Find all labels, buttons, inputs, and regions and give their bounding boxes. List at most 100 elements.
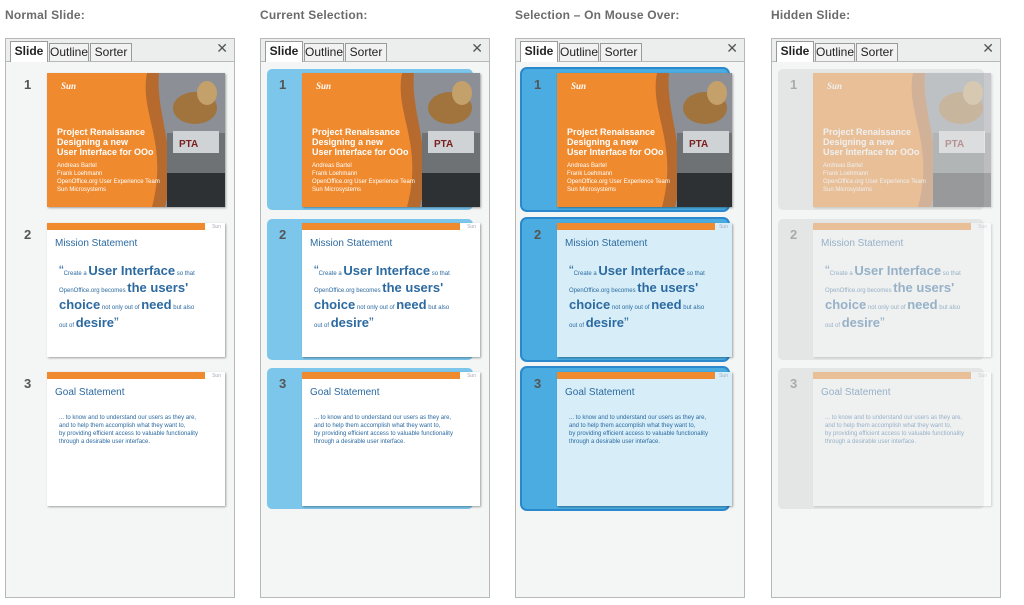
quote-word: not only out of: [866, 305, 908, 311]
close-icon[interactable]: ✕: [471, 42, 483, 56]
column-title: Current Selection:: [260, 8, 368, 22]
tab-outline[interactable]: Outline: [49, 43, 89, 61]
goal-line: and to help them accomplish what they wa…: [59, 423, 186, 429]
slides-pane: Slide Outline Sorter ✕ 1 PTA Sun Project Re…: [260, 38, 490, 598]
tab-outline[interactable]: Outline: [559, 43, 599, 61]
quote-word: not only out of: [355, 305, 397, 311]
slide-title: Mission Statement: [821, 238, 904, 249]
tab-slide[interactable]: Slide: [265, 41, 303, 62]
quote-word: ”: [880, 314, 885, 330]
slide-number: 1: [24, 77, 32, 92]
tab-slide[interactable]: Slide: [10, 41, 48, 62]
slide-item-2[interactable]: 2 Sun Mission Statement “Create a User Inte…: [267, 219, 480, 360]
tab-sorter[interactable]: Sorter: [600, 43, 642, 61]
author-line: Sun Microsystems: [567, 187, 617, 193]
goal-line: through a desirable user interface.: [569, 439, 661, 445]
quote-word: Create a: [573, 271, 599, 277]
column-title: Normal Slide:: [5, 8, 85, 22]
tab-sorter[interactable]: Sorter: [856, 43, 898, 61]
quote-word: Create a: [829, 271, 855, 277]
author-line: Frank Loehmann: [567, 171, 613, 177]
slide-title: Mission Statement: [565, 238, 648, 249]
slide-item-3[interactable]: 3 Sun Goal Statement ... to know and to und…: [778, 368, 991, 509]
sun-logo-small: Sun: [978, 373, 987, 379]
title-slide-authors: Andreas Bartel Frank Loehmann OpenOffice.o…: [312, 162, 415, 194]
mission-quote: “Create a User Interface so that OpenOffi…: [569, 263, 729, 333]
slide-item-1[interactable]: 1 PTA Sun Project Renaissance Designing a ne…: [778, 69, 991, 210]
slide-header-bar: [557, 372, 715, 379]
title-slide-heading: Project Renaissance Designing a new User I…: [312, 127, 415, 157]
goal-line: and to help them accomplish what they wa…: [569, 423, 696, 429]
slide-number: 3: [534, 376, 542, 391]
close-icon[interactable]: ✕: [216, 42, 228, 56]
column-title: Selection – On Mouse Over:: [515, 8, 680, 22]
heading-line: Designing a new: [567, 137, 639, 147]
slide-item-3[interactable]: 3 Sun Goal Statement ... to know and to und…: [12, 368, 225, 509]
title-slide-authors: Andreas Bartel Frank Loehmann OpenOffice.o…: [567, 162, 670, 194]
tab-slide[interactable]: Slide: [776, 41, 814, 62]
sun-logo-small: Sun: [719, 373, 728, 379]
author-line: Sun Microsystems: [312, 187, 362, 193]
author-line: Frank Loehmann: [57, 171, 103, 177]
title-slide-text: Project Renaissance Designing a new User I…: [567, 127, 670, 194]
slide-title: Goal Statement: [310, 387, 380, 398]
close-icon[interactable]: ✕: [726, 42, 738, 56]
slide-header-bar: [813, 223, 971, 230]
quote-word: ”: [624, 314, 629, 330]
quote-word: choice: [569, 297, 611, 312]
panel-column-hover: Selection – On Mouse Over: Slide Outline…: [515, 0, 747, 605]
slide-title: Mission Statement: [55, 238, 138, 249]
close-icon[interactable]: ✕: [982, 42, 994, 56]
slide-item-2[interactable]: 2 Sun Mission Statement “Create a User Inte…: [522, 219, 732, 360]
slide-number: 1: [790, 77, 798, 92]
quote-word: out of: [59, 323, 76, 329]
goal-line: through a desirable user interface.: [314, 439, 406, 445]
quote-word: OpenOffice.org becomes: [569, 288, 638, 294]
tab-sorter[interactable]: Sorter: [345, 43, 387, 61]
quote-word: ”: [114, 314, 119, 330]
slide-header-bar: [302, 223, 460, 230]
quote-word: but also: [681, 305, 705, 311]
quote-word: the users': [127, 280, 189, 295]
goal-line: ... to know and to understand our users …: [569, 415, 707, 421]
slide-number: 3: [790, 376, 798, 391]
slide-item-1[interactable]: 1 PTA Sun Project Renaissance Designing a ne…: [267, 69, 480, 210]
slide-item-3[interactable]: 3 Sun Goal Statement ... to know and to und…: [267, 368, 480, 509]
quote-word: User Interface: [854, 263, 942, 278]
tab-sorter[interactable]: Sorter: [90, 43, 132, 61]
slides-pane: Slide Outline Sorter ✕ 1 PTA Sun Project Re…: [515, 38, 745, 598]
sun-logo-small: Sun: [212, 224, 221, 230]
heading-line: Designing a new: [312, 137, 384, 147]
title-slide-text: Project Renaissance Designing a new User I…: [823, 127, 926, 194]
slide-item-2[interactable]: 2 Sun Mission Statement “Create a User Inte…: [12, 219, 225, 360]
slide-title: Goal Statement: [565, 387, 635, 398]
tab-slide[interactable]: Slide: [520, 41, 558, 62]
quote-word: but also: [171, 305, 195, 311]
quote-word: need: [396, 297, 427, 312]
quote-word: out of: [314, 323, 331, 329]
quote-word: so that: [175, 271, 195, 277]
quote-word: User Interface: [598, 263, 686, 278]
quote-word: but also: [426, 305, 450, 311]
panel-column-selected: Current Selection: Slide Outline Sorter …: [260, 0, 492, 605]
slide-thumbnail-3: Sun Goal Statement ... to know and to unde…: [557, 372, 732, 506]
slide-item-1[interactable]: 1 PTA Sun Project Renaissance Designing a ne…: [12, 69, 225, 210]
quote-word: Create a: [318, 271, 344, 277]
tab-bar: Slide Outline Sorter ✕: [516, 39, 744, 62]
tab-outline[interactable]: Outline: [815, 43, 855, 61]
slide-number: 2: [279, 227, 287, 242]
goal-line: through a desirable user interface.: [825, 439, 917, 445]
heading-line: Project Renaissance: [312, 127, 401, 137]
column-title: Hidden Slide:: [771, 8, 851, 22]
heading-line: User Interface for OOo: [57, 147, 154, 157]
slide-item-1[interactable]: 1 PTA Sun Project Renaissance Designing a ne…: [522, 69, 732, 210]
title-slide-authors: Andreas Bartel Frank Loehmann OpenOffice.o…: [57, 162, 160, 194]
author-line: OpenOffice.org User Experience Team: [823, 179, 926, 185]
slide-item-2[interactable]: 2 Sun Mission Statement “Create a User Inte…: [778, 219, 991, 360]
slide-number: 1: [279, 77, 287, 92]
tab-outline[interactable]: Outline: [304, 43, 344, 61]
slide-item-3[interactable]: 3 Sun Goal Statement ... to know and to und…: [522, 368, 732, 509]
sun-logo-small: Sun: [978, 224, 987, 230]
slide-header-bar: [302, 372, 460, 379]
title-slide-heading: Project Renaissance Designing a new User I…: [567, 127, 670, 157]
